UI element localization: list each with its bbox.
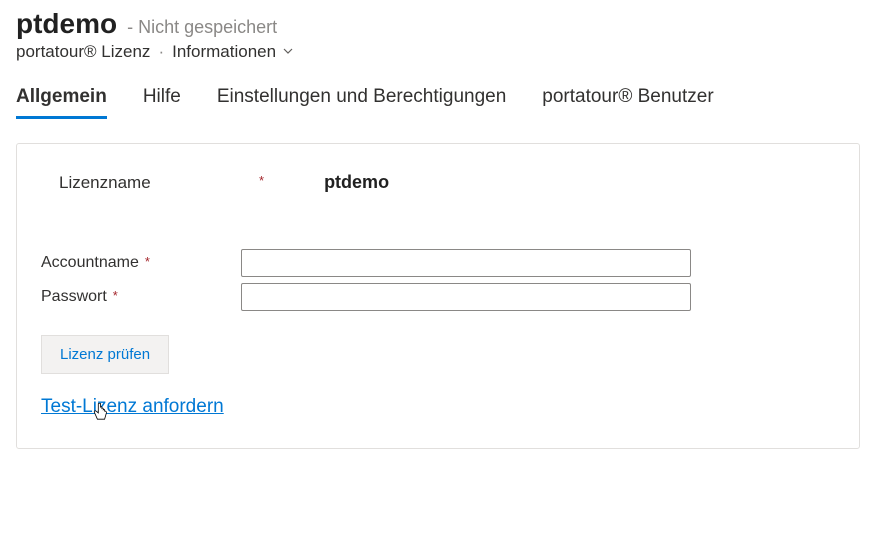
request-test-license-link[interactable]: Test-Lizenz anfordern bbox=[41, 396, 224, 418]
label-password: Passwort bbox=[41, 288, 107, 306]
chevron-down-icon bbox=[282, 45, 294, 60]
breadcrumb-parent: portatour® Lizenz bbox=[16, 42, 150, 62]
required-indicator: * bbox=[145, 255, 150, 268]
tab-einstellungen[interactable]: Einstellungen und Berechtigungen bbox=[217, 86, 506, 119]
form-card: Lizenzname * ptdemo Accountname * Passwo… bbox=[16, 143, 860, 449]
page-title: ptdemo bbox=[16, 8, 117, 40]
breadcrumb-dropdown[interactable]: Informationen bbox=[172, 42, 294, 62]
row-account-name: Accountname * bbox=[41, 249, 835, 277]
value-license-name: ptdemo bbox=[264, 172, 389, 192]
tab-bar: Allgemein Hilfe Einstellungen und Berech… bbox=[16, 86, 860, 119]
required-indicator: * bbox=[259, 174, 264, 187]
row-password: Passwort * bbox=[41, 283, 835, 311]
label-license-name: Lizenzname bbox=[59, 173, 151, 193]
required-indicator: * bbox=[113, 289, 118, 302]
tab-allgemein[interactable]: Allgemein bbox=[16, 86, 107, 119]
tab-hilfe[interactable]: Hilfe bbox=[143, 86, 181, 119]
account-name-field[interactable] bbox=[241, 249, 691, 277]
row-license-name: Lizenzname * ptdemo bbox=[59, 172, 835, 193]
label-account-name: Accountname bbox=[41, 254, 139, 272]
check-license-button[interactable]: Lizenz prüfen bbox=[41, 335, 169, 374]
password-field[interactable] bbox=[241, 283, 691, 311]
breadcrumb-dropdown-label: Informationen bbox=[172, 42, 276, 62]
cursor-pointer-icon bbox=[92, 401, 110, 423]
breadcrumb: portatour® Lizenz · Informationen bbox=[16, 42, 860, 62]
tab-benutzer[interactable]: portatour® Benutzer bbox=[542, 86, 713, 119]
save-status: - Nicht gespeichert bbox=[127, 17, 277, 38]
breadcrumb-separator: · bbox=[158, 42, 164, 62]
